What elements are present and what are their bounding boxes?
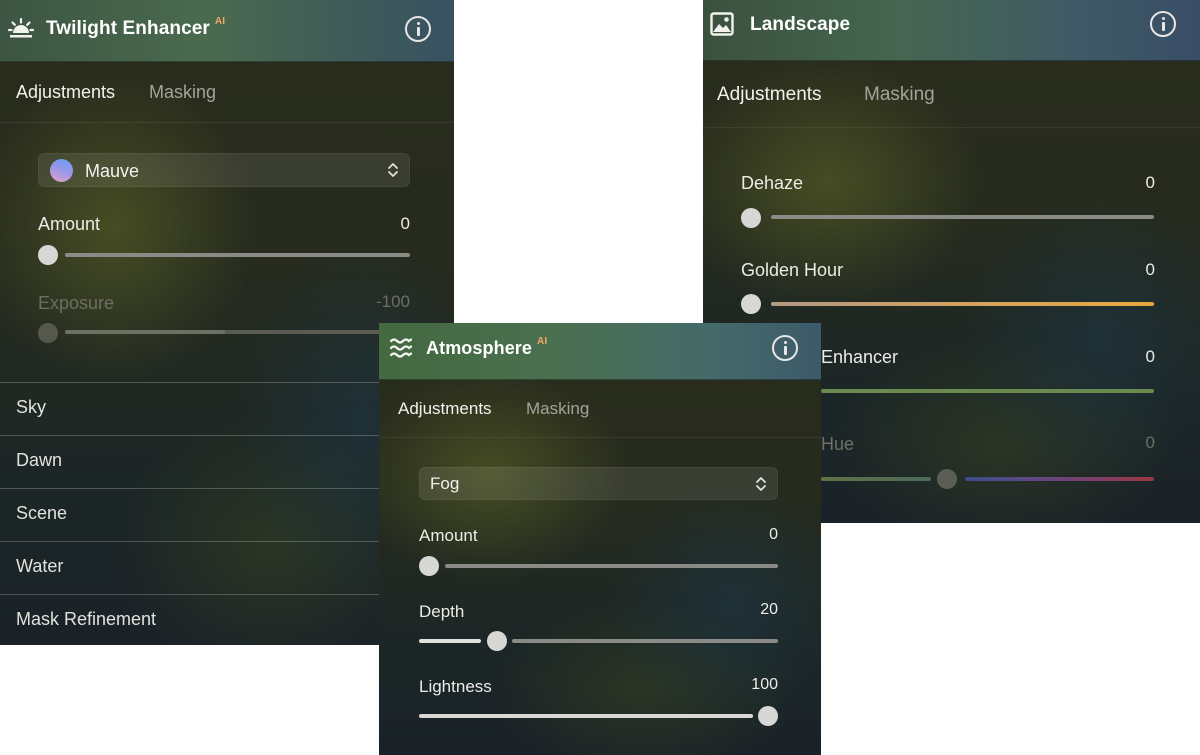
hue-slider-track-right bbox=[965, 477, 1154, 481]
depth-slider-knob[interactable] bbox=[487, 631, 507, 651]
slider-label-exposure: Exposure bbox=[38, 293, 115, 313]
depth-slider-fill bbox=[419, 639, 481, 643]
panel-header: Atmosphere AI bbox=[379, 323, 821, 380]
preset-value: Fog bbox=[430, 474, 460, 493]
slider-label-lightness: Lightness bbox=[419, 677, 492, 696]
slider-value-depth: 20 bbox=[760, 601, 778, 618]
image-icon bbox=[710, 12, 734, 41]
tab-masking[interactable]: Masking bbox=[526, 399, 589, 419]
ai-badge: AI bbox=[214, 16, 226, 27]
golden-hour-slider-track[interactable] bbox=[771, 302, 1154, 306]
exposure-slider-knob bbox=[38, 323, 58, 343]
lightness-slider-fill[interactable] bbox=[419, 714, 753, 718]
enhancer-slider-track[interactable] bbox=[821, 389, 1154, 393]
panel-header: Landscape bbox=[703, 0, 1200, 61]
hue-slider-knob bbox=[937, 469, 957, 489]
slider-value-amount: 0 bbox=[769, 526, 778, 543]
slider-label-amount: Amount bbox=[38, 214, 101, 234]
tab-masking[interactable]: Masking bbox=[149, 82, 216, 103]
tab-bar: Adjustments Masking bbox=[379, 379, 821, 438]
panel-title: Atmosphere AI bbox=[426, 336, 548, 359]
slider-label-amount: Amount bbox=[419, 526, 478, 545]
slider-label-dehaze: Dehaze bbox=[741, 173, 804, 193]
panel-title-text: Atmosphere bbox=[426, 338, 533, 358]
slider-value-golden-hour: 0 bbox=[1145, 260, 1155, 279]
panel-title: Landscape bbox=[750, 14, 850, 36]
waves-icon bbox=[389, 337, 413, 364]
panel-title-text: Twilight Enhancer bbox=[46, 18, 210, 39]
slider-value-lightness: 100 bbox=[751, 676, 778, 693]
amount-slider-knob[interactable] bbox=[38, 245, 58, 265]
dehaze-slider-knob[interactable] bbox=[741, 208, 761, 228]
depth-slider-track[interactable] bbox=[512, 639, 778, 643]
tab-bar: Adjustments Masking bbox=[0, 61, 454, 123]
tab-bar: Adjustments Masking bbox=[703, 60, 1200, 128]
tab-adjustments[interactable]: Adjustments bbox=[398, 399, 492, 419]
info-icon[interactable] bbox=[772, 335, 798, 361]
amount-slider-knob[interactable] bbox=[419, 556, 439, 576]
ai-badge: AI bbox=[537, 336, 548, 347]
panel-header: Twilight Enhancer AI bbox=[0, 0, 454, 62]
tab-masking[interactable]: Masking bbox=[864, 84, 935, 106]
tab-adjustments[interactable]: Adjustments bbox=[16, 82, 115, 103]
slider-label-depth: Depth bbox=[419, 602, 465, 621]
sunrise-icon bbox=[7, 17, 35, 44]
slider-value-exposure: -100 bbox=[375, 292, 410, 311]
golden-hour-slider-knob[interactable] bbox=[741, 294, 761, 314]
preset-dropdown[interactable]: Mauve bbox=[38, 153, 410, 187]
slider-label-golden-hour: Golden Hour bbox=[741, 260, 844, 280]
slider-label-enhancer: Enhancer bbox=[821, 347, 899, 367]
slider-value-enhancer: 0 bbox=[1145, 347, 1155, 366]
chevron-updown-icon bbox=[756, 477, 766, 491]
slider-value-amount: 0 bbox=[400, 214, 410, 233]
info-icon[interactable] bbox=[405, 16, 431, 42]
hue-slider-track-left bbox=[821, 477, 931, 481]
amount-slider-track[interactable] bbox=[65, 253, 410, 257]
panel-title: Twilight Enhancer AI bbox=[46, 16, 226, 40]
slider-value-dehaze: 0 bbox=[1145, 173, 1155, 192]
preset-value: Mauve bbox=[85, 161, 140, 181]
atmosphere-panel: Atmosphere AI Adjustments Masking Fog Am… bbox=[379, 323, 821, 755]
amount-slider-track[interactable] bbox=[445, 564, 778, 568]
slider-label-hue: Hue bbox=[821, 434, 855, 454]
mauve-swatch-icon bbox=[50, 159, 73, 182]
info-icon[interactable] bbox=[1150, 11, 1176, 37]
chevron-updown-icon bbox=[388, 163, 398, 177]
tab-adjustments[interactable]: Adjustments bbox=[717, 84, 822, 106]
panel-title-text: Landscape bbox=[750, 14, 851, 35]
lightness-slider-knob[interactable] bbox=[758, 706, 778, 726]
preset-dropdown[interactable]: Fog bbox=[419, 467, 778, 500]
exposure-slider-fill bbox=[65, 330, 225, 334]
dehaze-slider-track[interactable] bbox=[771, 215, 1154, 219]
slider-value-hue: 0 bbox=[1145, 433, 1155, 452]
